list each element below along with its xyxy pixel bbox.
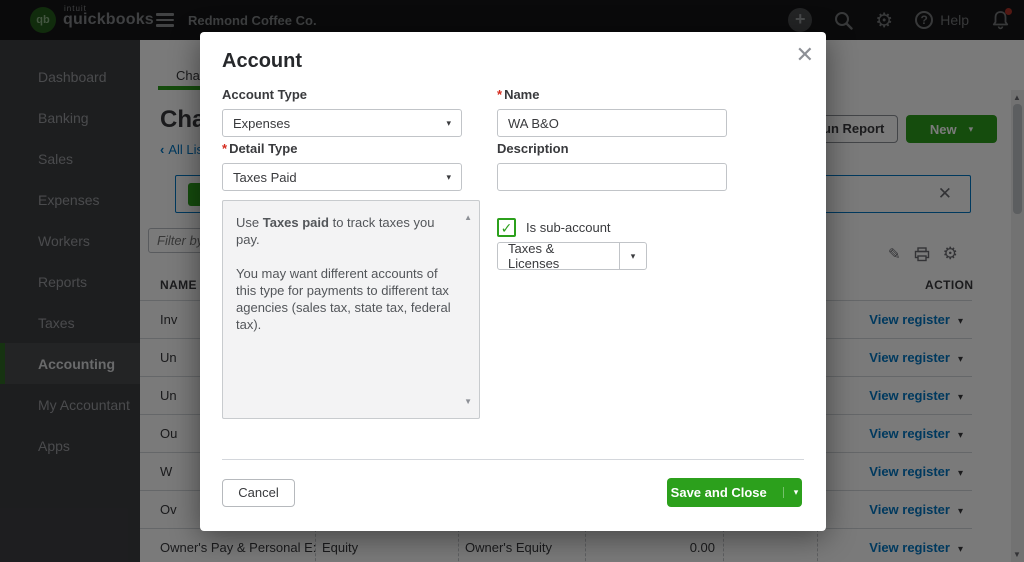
cancel-button[interactable]: Cancel: [222, 479, 295, 507]
parent-account-dropdown[interactable]: Taxes & Licenses ▾: [497, 241, 647, 271]
save-and-close-button[interactable]: Save and Close ▾: [667, 478, 802, 507]
is-sub-account-label: Is sub-account: [526, 220, 611, 235]
description-input[interactable]: [497, 163, 727, 191]
detail-type-dropdown[interactable]: Taxes Paid ▾: [222, 163, 462, 191]
caret-down-icon: ▾: [782, 487, 798, 498]
close-icon[interactable]: ✕: [796, 42, 814, 68]
name-input[interactable]: [497, 109, 727, 137]
detail-type-help-text: ▲ Use Taxes paid to track taxes you pay.…: [222, 200, 480, 419]
name-label: * Name: [497, 87, 540, 102]
scroll-down-icon[interactable]: ▼: [464, 393, 472, 410]
required-asterisk: *: [497, 87, 503, 102]
description-label: Description: [497, 141, 569, 156]
caret-down-icon: ▾: [446, 117, 451, 128]
footer-divider: [222, 459, 804, 460]
detail-type-label: * Detail Type: [222, 141, 298, 156]
caret-down-icon: ▾: [446, 171, 451, 182]
scroll-up-icon[interactable]: ▲: [464, 209, 472, 226]
account-type-dropdown[interactable]: Expenses ▾: [222, 109, 462, 137]
required-asterisk: *: [222, 141, 228, 156]
account-type-label: Account Type: [222, 87, 307, 102]
caret-down-icon: ▾: [619, 243, 646, 269]
is-sub-account-checkbox[interactable]: ✓: [497, 218, 516, 237]
account-dialog: ✕ Account Account Type Expenses ▾ * Name …: [200, 32, 826, 531]
dialog-title: Account: [222, 50, 302, 72]
